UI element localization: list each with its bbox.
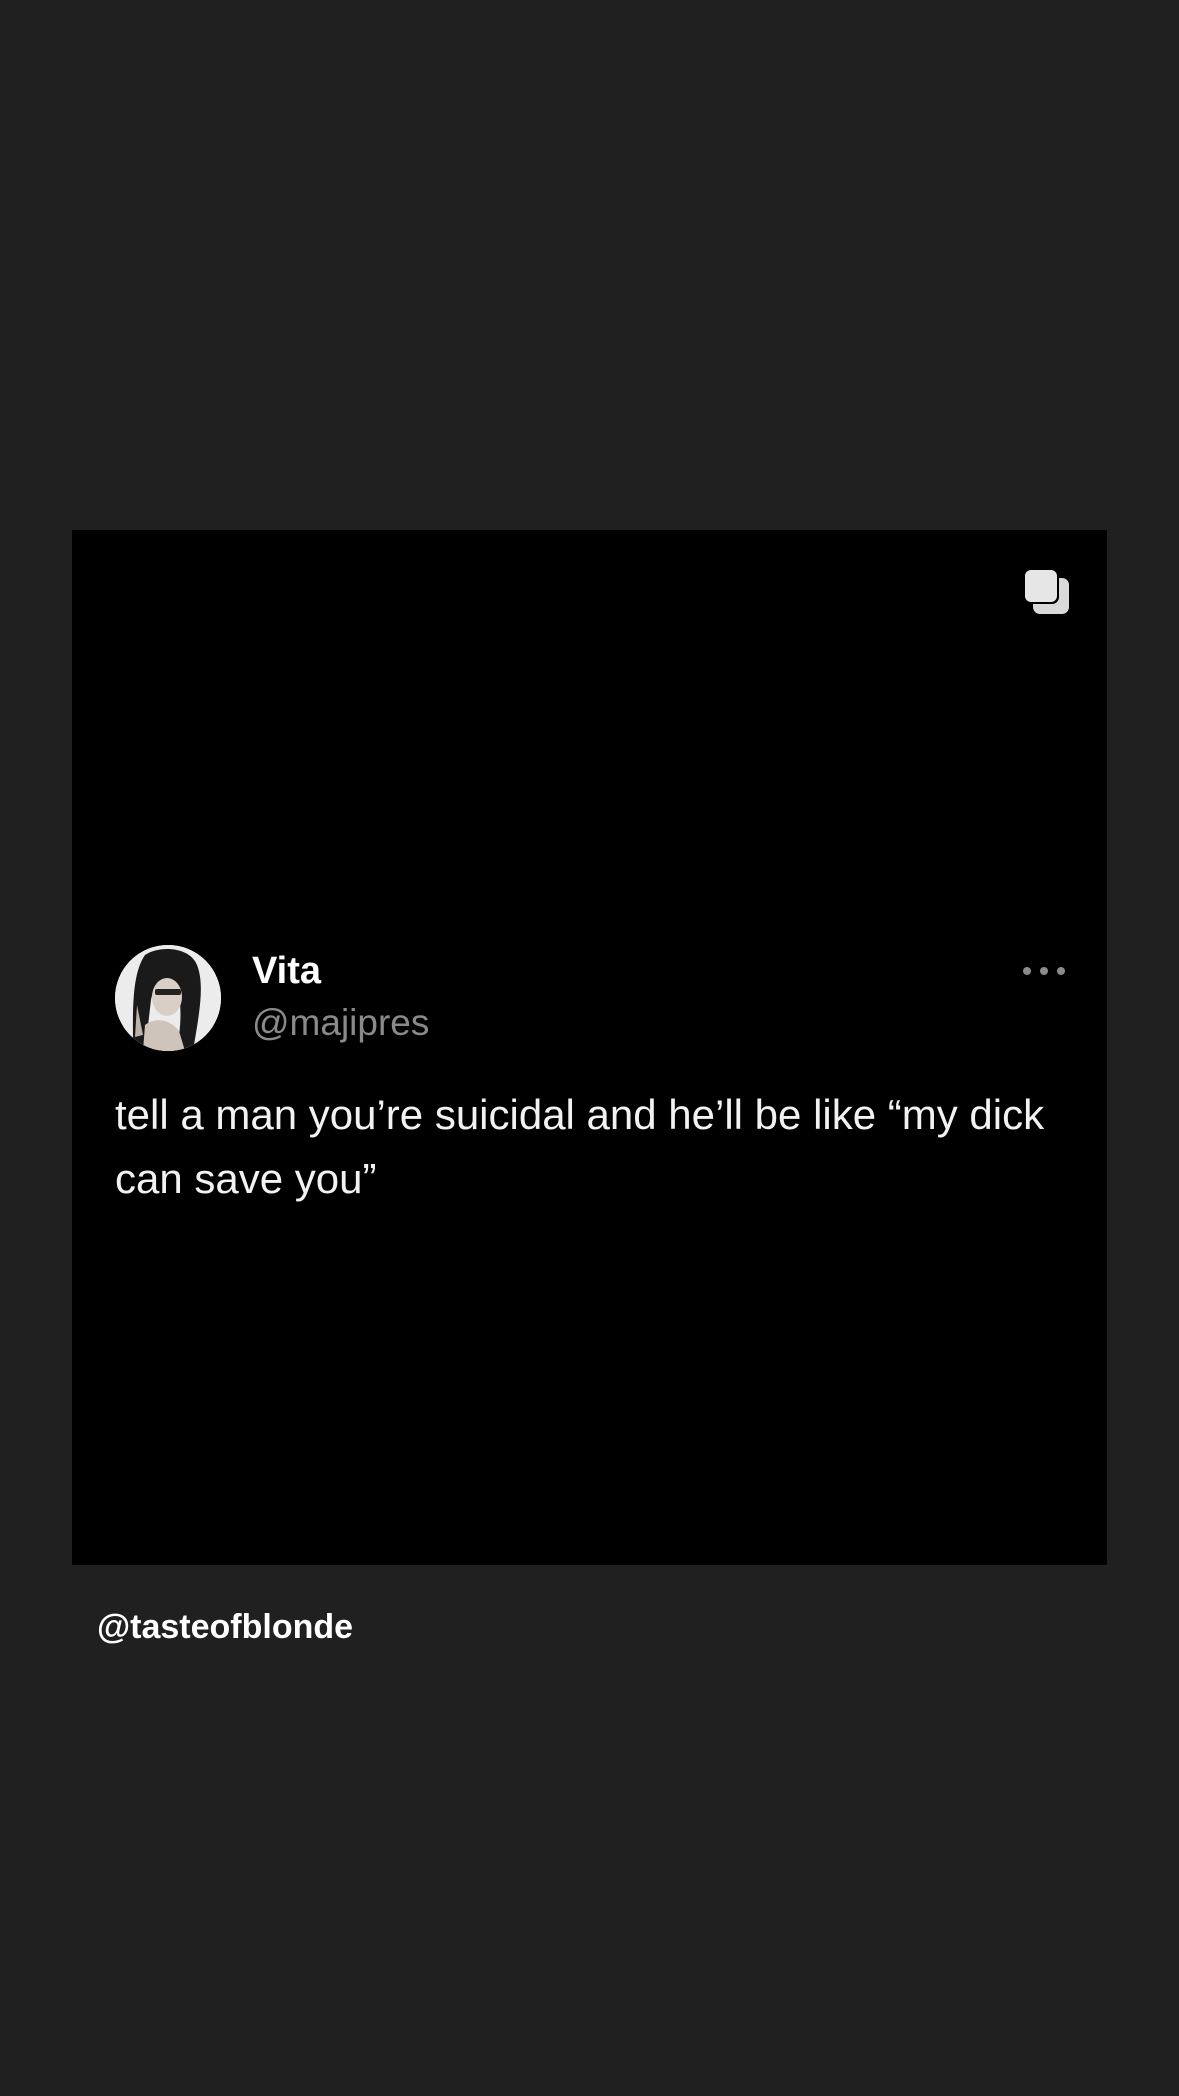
watermark-handle[interactable]: @tasteofblonde — [97, 1607, 353, 1647]
ellipsis-icon[interactable] — [1023, 961, 1065, 981]
display-name[interactable]: Vita — [252, 949, 321, 993]
tweet-text: tell a man you’re suicidal and he’ll be … — [115, 1091, 1045, 1202]
story-screen: Vita @majipres tell a man you’re suicida… — [0, 0, 1179, 2096]
avatar — [115, 945, 221, 1051]
user-handle[interactable]: @majipres — [252, 1001, 429, 1045]
post-image-card[interactable]: Vita @majipres tell a man you’re suicida… — [72, 530, 1107, 1565]
tweet-header: Vita @majipres — [115, 945, 1065, 1055]
multiple-images-icon — [1021, 566, 1071, 616]
tweet-screenshot: Vita @majipres tell a man you’re suicida… — [115, 945, 1065, 1211]
